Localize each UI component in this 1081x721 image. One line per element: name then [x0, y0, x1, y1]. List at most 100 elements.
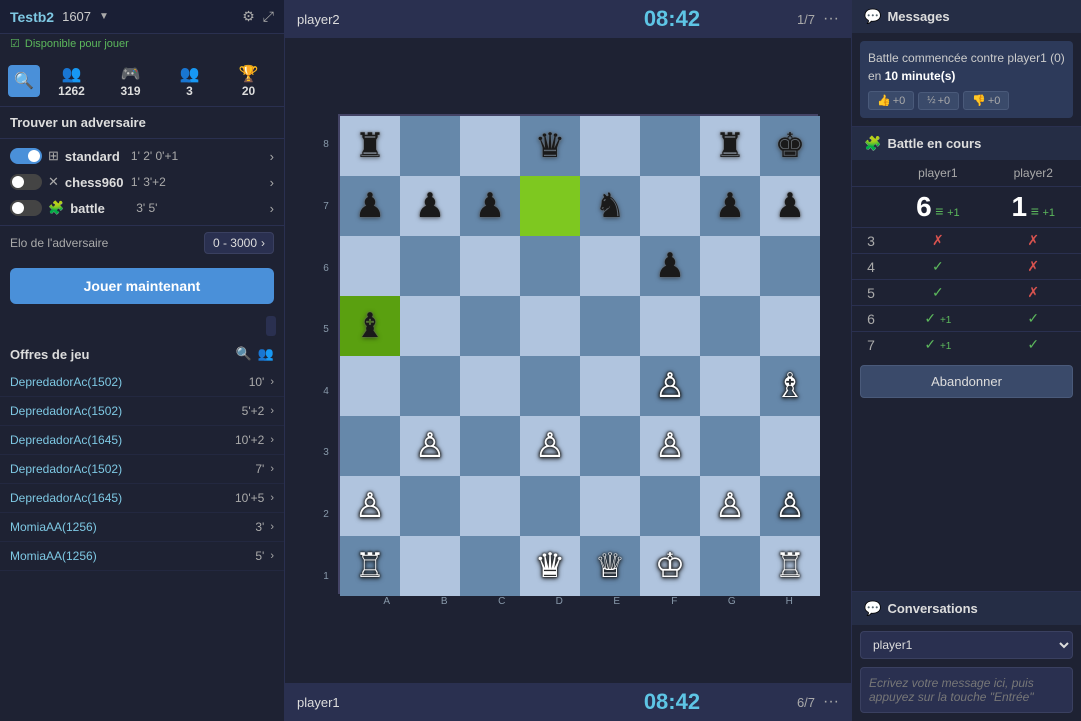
- cell[interactable]: [520, 476, 580, 536]
- cell[interactable]: [580, 116, 640, 176]
- cell[interactable]: ♙: [400, 416, 460, 476]
- vote-like-btn[interactable]: 👍 +0: [868, 91, 914, 110]
- cell[interactable]: [460, 416, 520, 476]
- vote-dislike-btn[interactable]: 👎 +0: [963, 91, 1009, 110]
- play-now-button[interactable]: Jouer maintenant: [10, 268, 274, 304]
- cell[interactable]: [340, 236, 400, 296]
- abandon-button[interactable]: Abandonner: [860, 365, 1073, 398]
- expand-icon[interactable]: ⤢: [263, 8, 274, 25]
- cell[interactable]: ♖: [340, 536, 400, 596]
- cell[interactable]: ♟: [700, 176, 760, 236]
- cell[interactable]: [400, 116, 460, 176]
- settings-icon[interactable]: ⚙: [242, 8, 255, 25]
- battle-toggle[interactable]: [10, 200, 42, 216]
- cell[interactable]: [700, 416, 760, 476]
- conversation-player-select[interactable]: player1: [860, 631, 1073, 659]
- cell[interactable]: [580, 476, 640, 536]
- offer-item-0[interactable]: DepredadorAc(1502) 10' ›: [0, 368, 284, 397]
- cell[interactable]: ♟: [340, 176, 400, 236]
- stat-games[interactable]: 🎮 319: [103, 62, 158, 100]
- cell[interactable]: [520, 176, 580, 236]
- offer-item-4[interactable]: DepredadorAc(1645) 10'+5 ›: [0, 484, 284, 513]
- cell[interactable]: [460, 296, 520, 356]
- search-button[interactable]: 🔍: [8, 65, 40, 97]
- cell[interactable]: ♞: [580, 176, 640, 236]
- elo-range-selector[interactable]: 0 - 3000 ›: [204, 232, 274, 254]
- cell[interactable]: [760, 296, 820, 356]
- offer-item-6[interactable]: MomiaAA(1256) 5' ›: [0, 542, 284, 571]
- offers-search-icon[interactable]: 🔍: [236, 346, 252, 362]
- cell[interactable]: ♕: [580, 536, 640, 596]
- cell[interactable]: ♖: [760, 536, 820, 596]
- cell[interactable]: ♙: [640, 356, 700, 416]
- standard-toggle[interactable]: [10, 148, 42, 164]
- cell[interactable]: [460, 536, 520, 596]
- cell[interactable]: [520, 296, 580, 356]
- vote-half-btn[interactable]: ½ +0: [918, 92, 959, 110]
- cell[interactable]: ♟: [400, 176, 460, 236]
- cell[interactable]: [400, 296, 460, 356]
- cell[interactable]: [400, 356, 460, 416]
- cell[interactable]: [520, 356, 580, 416]
- cell[interactable]: [400, 476, 460, 536]
- chess960-toggle[interactable]: [10, 174, 42, 190]
- cell[interactable]: ♔: [640, 536, 700, 596]
- cell[interactable]: ♛: [520, 536, 580, 596]
- board-menu-top[interactable]: ···: [823, 10, 839, 28]
- cell[interactable]: ♟: [760, 176, 820, 236]
- cell[interactable]: ♙: [340, 476, 400, 536]
- board-menu-bot[interactable]: ···: [823, 693, 839, 711]
- offer-item-5[interactable]: MomiaAA(1256) 3' ›: [0, 513, 284, 542]
- cell[interactable]: ♟: [460, 176, 520, 236]
- cell[interactable]: [520, 236, 580, 296]
- offer-item-2[interactable]: DepredadorAc(1645) 10'+2 ›: [0, 426, 284, 455]
- chess-board[interactable]: ♜♛♜♚♟♟♟♞♟♟♟♝♙♗♙♙♙♙♙♙♖♛♕♔♖: [338, 114, 818, 594]
- cell[interactable]: ♚: [760, 116, 820, 176]
- cell[interactable]: [700, 536, 760, 596]
- cell[interactable]: [460, 356, 520, 416]
- cell[interactable]: [580, 296, 640, 356]
- stat-friends[interactable]: 👥 3: [162, 62, 217, 100]
- cell[interactable]: [640, 116, 700, 176]
- cell[interactable]: [580, 236, 640, 296]
- cell[interactable]: ♗: [760, 356, 820, 416]
- cell[interactable]: ♛: [520, 116, 580, 176]
- cell[interactable]: [760, 236, 820, 296]
- cell[interactable]: [460, 116, 520, 176]
- stat-trophies[interactable]: 🏆 20: [221, 62, 276, 100]
- cell[interactable]: [640, 296, 700, 356]
- cell[interactable]: ♜: [340, 116, 400, 176]
- cell[interactable]: [340, 416, 400, 476]
- cell[interactable]: [340, 356, 400, 416]
- battle-arrow[interactable]: ›: [270, 201, 274, 216]
- cell[interactable]: [400, 536, 460, 596]
- chess960-arrow[interactable]: ›: [270, 175, 274, 190]
- cell[interactable]: ♙: [520, 416, 580, 476]
- cell[interactable]: [460, 236, 520, 296]
- cell[interactable]: [400, 236, 460, 296]
- cell[interactable]: ♙: [700, 476, 760, 536]
- cell[interactable]: ♜: [700, 116, 760, 176]
- username[interactable]: Testb2: [10, 9, 54, 25]
- collapse-handle[interactable]: [266, 316, 276, 336]
- cell[interactable]: [460, 476, 520, 536]
- cell[interactable]: [700, 356, 760, 416]
- offer-item-3[interactable]: DepredadorAc(1502) 7' ›: [0, 455, 284, 484]
- cell[interactable]: ♙: [640, 416, 700, 476]
- cell[interactable]: ♟: [640, 236, 700, 296]
- cell[interactable]: [700, 236, 760, 296]
- cell[interactable]: ♝: [340, 296, 400, 356]
- offers-users-icon[interactable]: 👥: [258, 346, 274, 362]
- stat-followers[interactable]: 👥 1262: [44, 62, 99, 100]
- cell[interactable]: [700, 296, 760, 356]
- cell[interactable]: [640, 176, 700, 236]
- cell[interactable]: ♙: [760, 476, 820, 536]
- rating-dropdown[interactable]: ▼: [99, 11, 109, 22]
- cell[interactable]: [760, 416, 820, 476]
- cell[interactable]: [640, 476, 700, 536]
- cell[interactable]: [580, 416, 640, 476]
- cell[interactable]: [580, 356, 640, 416]
- offer-item-1[interactable]: DepredadorAc(1502) 5'+2 ›: [0, 397, 284, 426]
- standard-arrow[interactable]: ›: [270, 149, 274, 164]
- message-input[interactable]: Ecrivez votre message ici, puis appuyez …: [860, 667, 1073, 713]
